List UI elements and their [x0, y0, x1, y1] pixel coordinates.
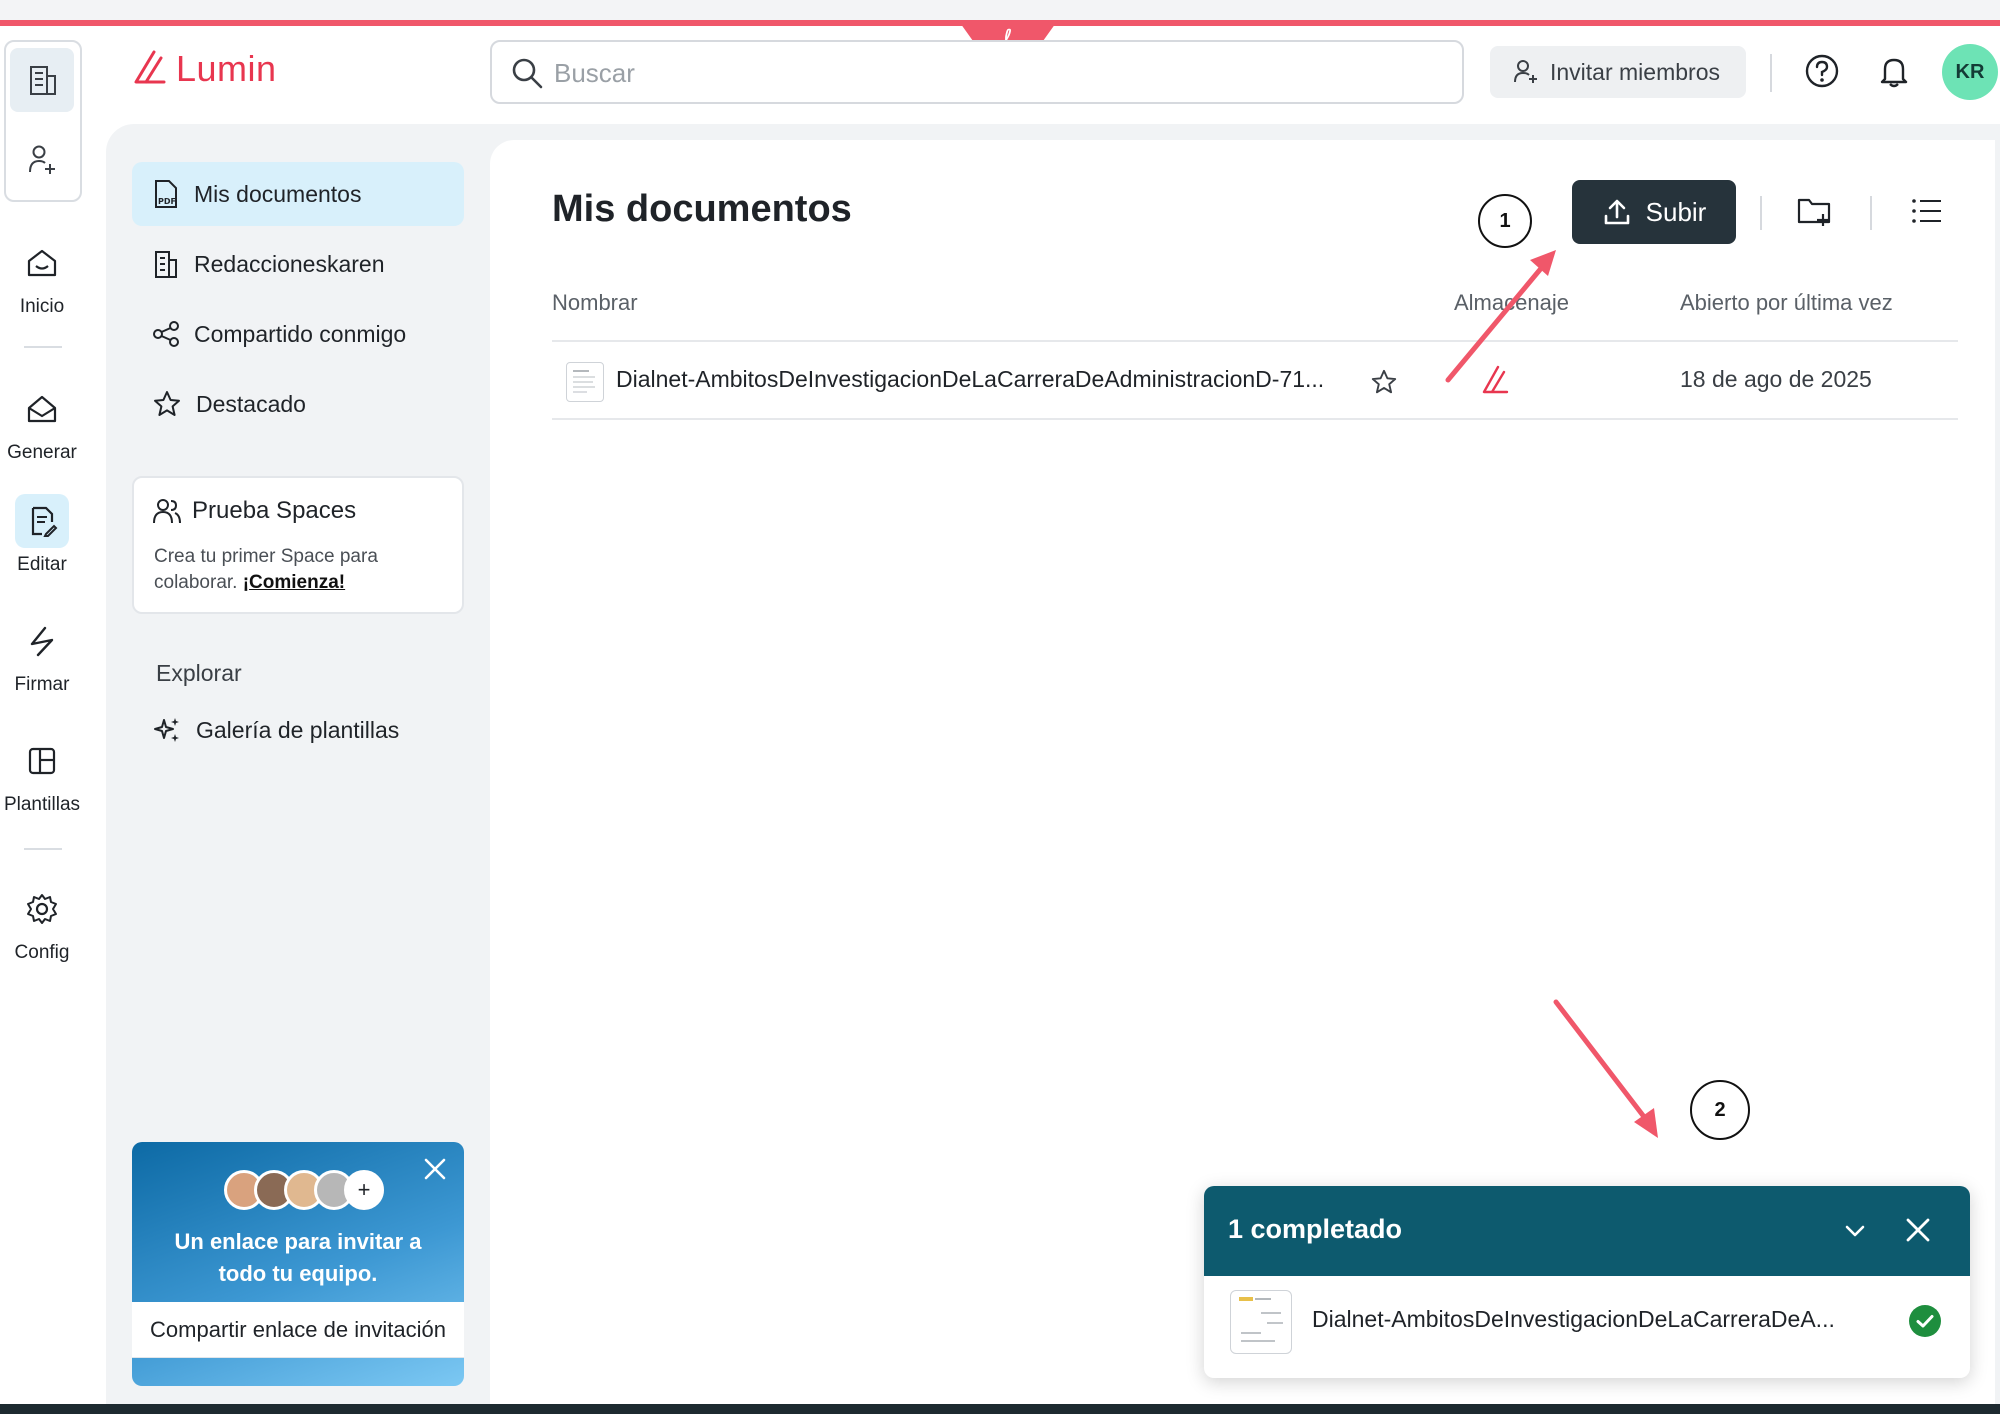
search-input[interactable]	[552, 54, 1432, 92]
rail-label: Editar	[17, 554, 67, 575]
table-divider	[552, 340, 1958, 342]
share-invite-link-button[interactable]: Compartir enlace de invitación	[132, 1302, 464, 1358]
invite-promo-card: + Un enlace para invitar a todo tu equip…	[132, 1142, 464, 1386]
rail-divider	[24, 346, 62, 348]
annotation-arrow-2	[1553, 999, 1658, 1138]
spaces-title: Prueba Spaces	[152, 496, 356, 526]
spaces-description: Crea tu primer Space para colaborar. ¡Co…	[154, 544, 454, 596]
rail-item-inicio[interactable]: Inicio	[0, 236, 84, 318]
sidebar-item-mis-documentos[interactable]: PDF Mis documentos	[132, 162, 464, 226]
spaces-start-link[interactable]: ¡Comienza!	[243, 572, 345, 593]
sparkle-icon	[154, 718, 179, 742]
sidebar-item-label: Compartido conmigo	[194, 320, 407, 347]
column-header-opened[interactable]: Abierto por última vez	[1680, 290, 1893, 316]
lumin-logo[interactable]: Lumin	[128, 48, 277, 90]
document-name[interactable]: Dialnet-AmbitosDeInvestigacionDeLaCarrer…	[616, 366, 1324, 393]
spaces-trial-card: Prueba Spaces Crea tu primer Space para …	[132, 476, 464, 614]
add-user-icon	[1514, 60, 1537, 83]
toolbar-divider	[1760, 196, 1762, 230]
templates-icon	[15, 734, 69, 788]
rail-item-firmar[interactable]: Firmar	[0, 614, 84, 696]
uploaded-file-thumbnail	[1230, 1290, 1292, 1354]
sidebar-item-label: Mis documentos	[194, 180, 362, 207]
search-box[interactable]	[490, 40, 1464, 104]
bell-icon[interactable]	[1876, 53, 1912, 89]
svg-text:PDF: PDF	[158, 197, 176, 206]
user-avatar[interactable]: KR	[1942, 44, 1998, 100]
home-icon	[15, 236, 69, 290]
invite-members-label: Invitar miembros	[1550, 58, 1720, 85]
os-taskbar-edge	[0, 1404, 2000, 1414]
star-icon[interactable]	[1370, 368, 1398, 396]
upload-label: Subir	[1645, 196, 1707, 227]
toast-title: 1 completado	[1228, 1214, 1403, 1244]
sidebar-item-label: Destacado	[196, 390, 306, 417]
close-icon[interactable]	[422, 1156, 448, 1182]
sidebar-item-destacado[interactable]: Destacado	[132, 372, 464, 436]
rail-item-config[interactable]: Config	[0, 882, 84, 964]
new-folder-icon[interactable]	[1796, 194, 1834, 228]
gear-icon	[15, 882, 69, 936]
upload-button[interactable]: Subir	[1572, 180, 1736, 244]
annotation-arrow-1	[1445, 250, 1556, 383]
column-header-name[interactable]: Nombrar	[552, 290, 638, 316]
header-divider	[1770, 54, 1772, 92]
document-opened-date: 18 de ago de 2025	[1680, 366, 1872, 392]
invite-members-button[interactable]: Invitar miembros	[1490, 46, 1746, 98]
chevron-down-icon[interactable]	[1840, 1216, 1870, 1246]
sidebar-item-redaccioneskaren[interactable]: Redaccioneskaren	[132, 232, 464, 296]
signature-icon	[15, 614, 69, 668]
annotation-marker-1: 1	[1478, 194, 1532, 248]
lumin-logo-icon	[134, 50, 166, 84]
rail-divider	[24, 848, 62, 850]
rail-add-member-icon[interactable]	[10, 128, 74, 192]
sidebar-item-label: Galería de plantillas	[196, 716, 400, 743]
logo-text: Lumin	[176, 48, 277, 89]
generate-icon	[15, 382, 69, 436]
pdf-file-icon: PDF	[155, 180, 177, 208]
rail-label: Generar	[7, 442, 77, 463]
toolbar-divider	[1870, 196, 1872, 230]
table-divider	[552, 418, 1958, 420]
explore-section-label: Explorar	[156, 660, 242, 686]
close-icon[interactable]	[1902, 1214, 1934, 1246]
rail-label: Inicio	[19, 296, 65, 317]
star-icon	[154, 391, 180, 416]
promo-message: Un enlace para invitar a todo tu equipo.	[174, 1229, 422, 1286]
sidebar-item-label: Redaccioneskaren	[194, 250, 385, 277]
uploaded-file-name: Dialnet-AmbitosDeInvestigacionDeLaCarrer…	[1312, 1306, 1835, 1332]
rail-label: Firmar	[14, 674, 70, 695]
check-circle-icon	[1908, 1304, 1942, 1338]
list-view-icon[interactable]	[1910, 196, 1944, 226]
search-icon	[510, 56, 544, 90]
rail-item-editar[interactable]: Editar	[0, 494, 84, 576]
team-avatars: +	[224, 1170, 384, 1210]
share-icon	[153, 321, 179, 347]
help-icon[interactable]	[1804, 53, 1840, 89]
upload-icon	[1604, 199, 1629, 225]
top-strip	[0, 0, 2000, 20]
annotation-marker-2: 2	[1690, 1080, 1750, 1140]
rail-item-generar[interactable]: Generar	[0, 382, 84, 464]
edit-document-icon	[15, 494, 69, 548]
plus-icon: +	[344, 1170, 384, 1210]
spaces-title-text: Prueba Spaces	[192, 497, 357, 524]
rail-label: Config	[14, 942, 70, 963]
users-icon	[153, 499, 181, 524]
page-title: Mis documentos	[552, 188, 852, 230]
document-thumbnail	[566, 362, 604, 402]
sidebar-item-compartido[interactable]: Compartido conmigo	[132, 302, 464, 366]
upload-progress-toast: 1 completado Dialnet-AmbitosDeInvestigac…	[1204, 1186, 1970, 1378]
rail-item-plantillas[interactable]: Plantillas	[0, 734, 84, 816]
workspace-building-icon[interactable]	[10, 48, 74, 112]
sidebar-item-galeria[interactable]: Galería de plantillas	[132, 698, 464, 762]
rail-label: Plantillas	[3, 794, 81, 815]
building-icon	[155, 251, 177, 278]
